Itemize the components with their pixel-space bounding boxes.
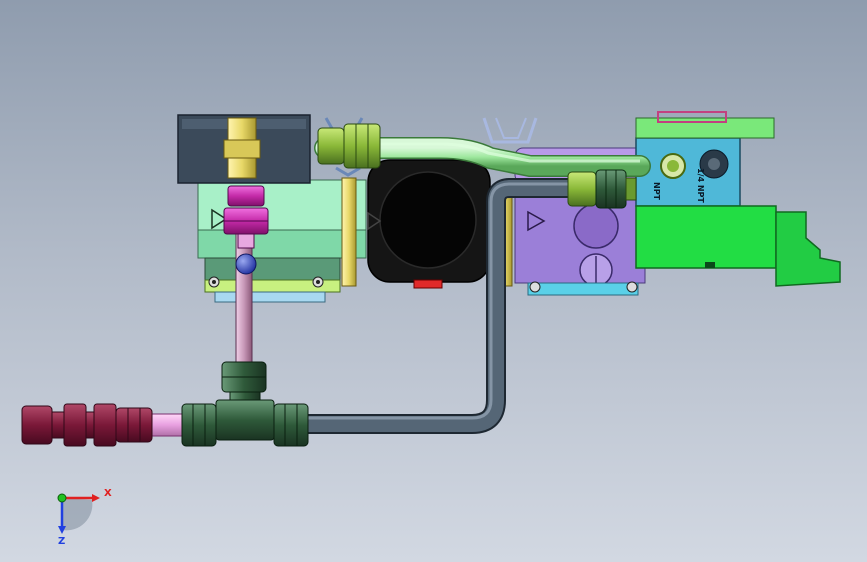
inlet-assembly[interactable] [21,403,191,447]
tube-fitting [343,123,381,169]
spring-clip-right [482,117,538,144]
x-axis-label: X [104,488,112,499]
left-solenoid-block[interactable] [177,114,311,184]
left-valve-assembly[interactable] [197,179,367,303]
tube-fitting [595,169,627,209]
mounting-pin-left [341,177,357,287]
screw-icon [529,281,541,293]
coordinate-triad: X Z [57,488,112,547]
check-ball [235,253,257,275]
tube-fitting [317,127,345,165]
port-label-lower: NPT [652,182,661,201]
z-axis-label: Z [58,536,65,547]
manifold-block[interactable]: 1/4 NPT NPT [635,137,741,207]
tee-fitting[interactable] [181,361,309,447]
pump-indicator [413,279,443,289]
screw-icon [626,281,638,293]
port-label-upper: 1/4 NPT [696,168,705,203]
valve-port [573,203,619,249]
pump-housing[interactable] [367,159,491,289]
assembly-model[interactable]: 1/4 NPT NPT X Z [0,0,867,562]
y-axis-dot [57,493,67,503]
tube-fitting [227,185,265,207]
cad-viewport[interactable]: 1/4 NPT NPT X Z [0,0,867,562]
tube-fitting [567,171,597,207]
inlet-fitting [21,405,53,445]
